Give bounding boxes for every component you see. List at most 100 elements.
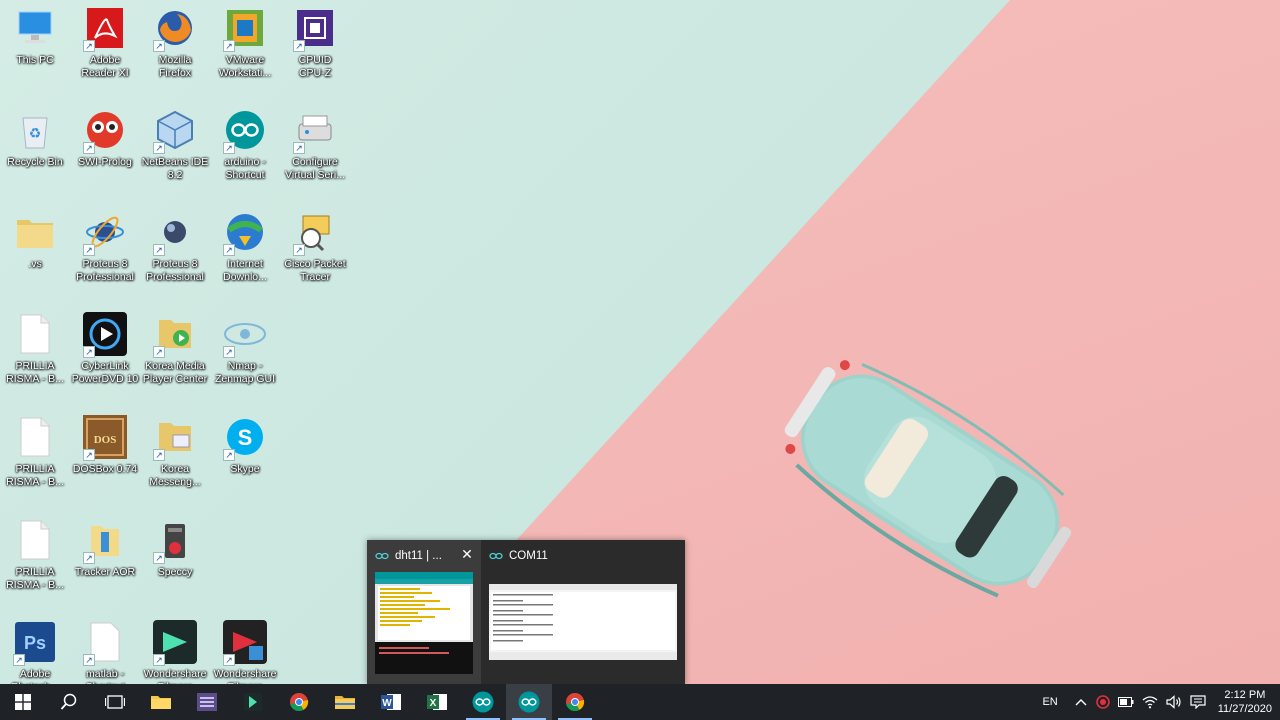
speccy-icon: ↗ (153, 518, 197, 564)
close-icon[interactable]: ✕ (459, 546, 475, 562)
shortcut-arrow-icon: ↗ (293, 40, 305, 52)
shortcut-arrow-icon: ↗ (153, 449, 165, 461)
taskbar-thumbnail-preview: dht11 | ... ✕ COM11 (367, 540, 685, 684)
taskbar-excel[interactable]: X (414, 684, 460, 720)
taskbar-arduino-1[interactable] (460, 684, 506, 720)
desktop-icon-label: Nmap - Zenmap GUI (214, 360, 276, 385)
desktop-icon[interactable]: DOS ↗ DOSBox 0.74 (69, 409, 141, 505)
desktop-icon[interactable]: .vs (0, 204, 71, 300)
desktop-icon[interactable]: PRILLIA RISMA - B... (0, 512, 71, 608)
arduino-icon (375, 552, 389, 560)
search-button[interactable] (46, 684, 92, 720)
cpuz-icon: ↗ (293, 6, 337, 52)
desktop-icon[interactable]: ↗ Speccy (139, 512, 211, 608)
battery-button[interactable] (1114, 684, 1138, 720)
taskbar-word[interactable]: W (368, 684, 414, 720)
desktop-icon[interactable]: ↗ Internet Downlo... (209, 204, 281, 300)
shortcut-arrow-icon: ↗ (223, 346, 235, 358)
desktop-icon-label: Proteus 8 Professional (146, 258, 204, 283)
desktop-icon-label: Internet Downlo... (223, 258, 267, 283)
language-indicator[interactable]: EN (1030, 684, 1069, 720)
shortcut-arrow-icon: ↗ (83, 346, 95, 358)
tray-overflow-button[interactable] (1070, 684, 1092, 720)
desktop-icon-label: Cisco Packet Tracer (284, 258, 346, 283)
clock-date: 11/27/2020 (1217, 703, 1272, 715)
start-button[interactable] (0, 684, 46, 720)
taskbar-arduino-2[interactable] (506, 684, 552, 720)
taskbar-chrome-2[interactable] (552, 684, 598, 720)
taskbar-file-manager[interactable] (138, 684, 184, 720)
desktop-icon[interactable]: ↗ SWI-Prolog (69, 102, 141, 198)
desktop-icon-label: Tracker AOR (74, 566, 136, 578)
record-status-button[interactable] (1092, 684, 1114, 720)
desktop-icon[interactable]: ↗ Configure Virtual Seri... (279, 102, 351, 198)
svg-text:X: X (430, 698, 437, 709)
desktop-icon[interactable]: ↗ NetBeans IDE 8.2 (139, 102, 211, 198)
chrome-icon (290, 693, 309, 712)
idm-icon: ↗ (223, 210, 267, 256)
desktop-icon[interactable]: S ↗ Skype (209, 409, 281, 505)
taskbar-chrome[interactable] (276, 684, 322, 720)
windows-icon (15, 694, 31, 710)
desktop-icon[interactable]: ↗ CPUID CPU-Z (279, 0, 351, 96)
preview-thumbnail-dht11 (375, 572, 473, 674)
desktop-icon-label: Speccy (157, 566, 193, 578)
notification-icon (1190, 695, 1206, 709)
shortcut-arrow-icon: ↗ (223, 244, 235, 256)
desktop-icon-label: Mozilla Firefox (158, 54, 192, 79)
shortcut-arrow-icon: ↗ (153, 142, 165, 154)
desktop-icon[interactable]: ↗ Proteus 8 Professional (69, 204, 141, 300)
proteus-icon: ↗ (83, 210, 127, 256)
volume-button[interactable] (1162, 684, 1186, 720)
this-pc-icon (13, 6, 57, 50)
shortcut-arrow-icon: ↗ (153, 40, 165, 52)
desktop-icon[interactable]: ↗ VMware Workstati... (209, 0, 281, 96)
preview-window-title: dht11 | ... (395, 550, 442, 562)
svg-text:DOS: DOS (94, 434, 117, 446)
desktop-icon[interactable]: PRILLIA RISMA - B... (0, 306, 71, 402)
desktop-icon[interactable]: ↗ arduino - Shortcut (209, 102, 281, 198)
filmora-icon (244, 693, 262, 711)
netbeans-icon: ↗ (153, 108, 197, 154)
desktop-icon-label: PRILLIA RISMA - B... (6, 463, 64, 488)
desktop-icon[interactable]: ♻ Recycle Bin (0, 102, 71, 198)
desktop-icon[interactable]: ↗ Tracker AOR (69, 512, 141, 608)
wifi-button[interactable] (1138, 684, 1162, 720)
preview-window-title: COM11 (509, 550, 548, 562)
desktop-icon[interactable]: ↗ Nmap - Zenmap GUI (209, 306, 281, 402)
desktop-icon-label: PRILLIA RISMA - B... (6, 566, 64, 591)
desktop-icon[interactable]: ↗ CyberLink PowerDVD 10 (69, 306, 141, 402)
clock[interactable]: 2:12 PM 11/27/2020 (1210, 688, 1280, 716)
shortcut-arrow-icon: ↗ (83, 40, 95, 52)
desktop-icon[interactable]: ↗ Cisco Packet Tracer (279, 204, 351, 300)
wifi-icon (1142, 696, 1158, 709)
clock-time: 2:12 PM (1224, 689, 1266, 701)
firefox-icon: ↗ (153, 6, 197, 52)
taskbar-explorer[interactable] (322, 684, 368, 720)
desktop-icon-label: DOSBox 0.74 (72, 463, 138, 475)
taskbar: W X EN 2:12 PM 11/27/2020 (0, 684, 1280, 720)
preview-window-dht11[interactable]: dht11 | ... ✕ (367, 540, 481, 684)
task-view-button[interactable] (92, 684, 138, 720)
desktop-icon[interactable]: ↗ Adobe Reader XI (69, 0, 141, 96)
system-tray: EN 2:12 PM 11/27/2020 (1030, 684, 1280, 720)
photoshop-icon: Ps ↗ (13, 620, 57, 666)
desktop-icon-label: Proteus 8 Professional (76, 258, 134, 283)
visual-studio-icon (197, 693, 217, 711)
task-view-icon (105, 695, 125, 709)
desktop-icon[interactable]: This PC (0, 0, 71, 96)
arduino-icon (518, 691, 540, 713)
desktop-icon[interactable]: ↗ Korea Messeng... (139, 409, 211, 505)
desktop-icon[interactable]: PRILLIA RISMA - B... (0, 409, 71, 505)
desktop-icon[interactable]: ↗ Proteus 8 Professional (139, 204, 211, 300)
shortcut-arrow-icon: ↗ (293, 244, 305, 256)
taskbar-filmora[interactable] (230, 684, 276, 720)
notification-center-button[interactable] (1186, 684, 1210, 720)
desktop-icon[interactable]: ↗ Korea Media Player Center (139, 306, 211, 402)
preview-window-com11[interactable]: COM11 (481, 540, 685, 684)
desktop-icon-label: CPUID CPU-Z (298, 54, 332, 79)
swi-prolog-icon: ↗ (83, 108, 127, 154)
taskbar-visual-studio[interactable] (184, 684, 230, 720)
folder-icon (335, 696, 355, 709)
desktop-icon[interactable]: ↗ Mozilla Firefox (139, 0, 211, 96)
